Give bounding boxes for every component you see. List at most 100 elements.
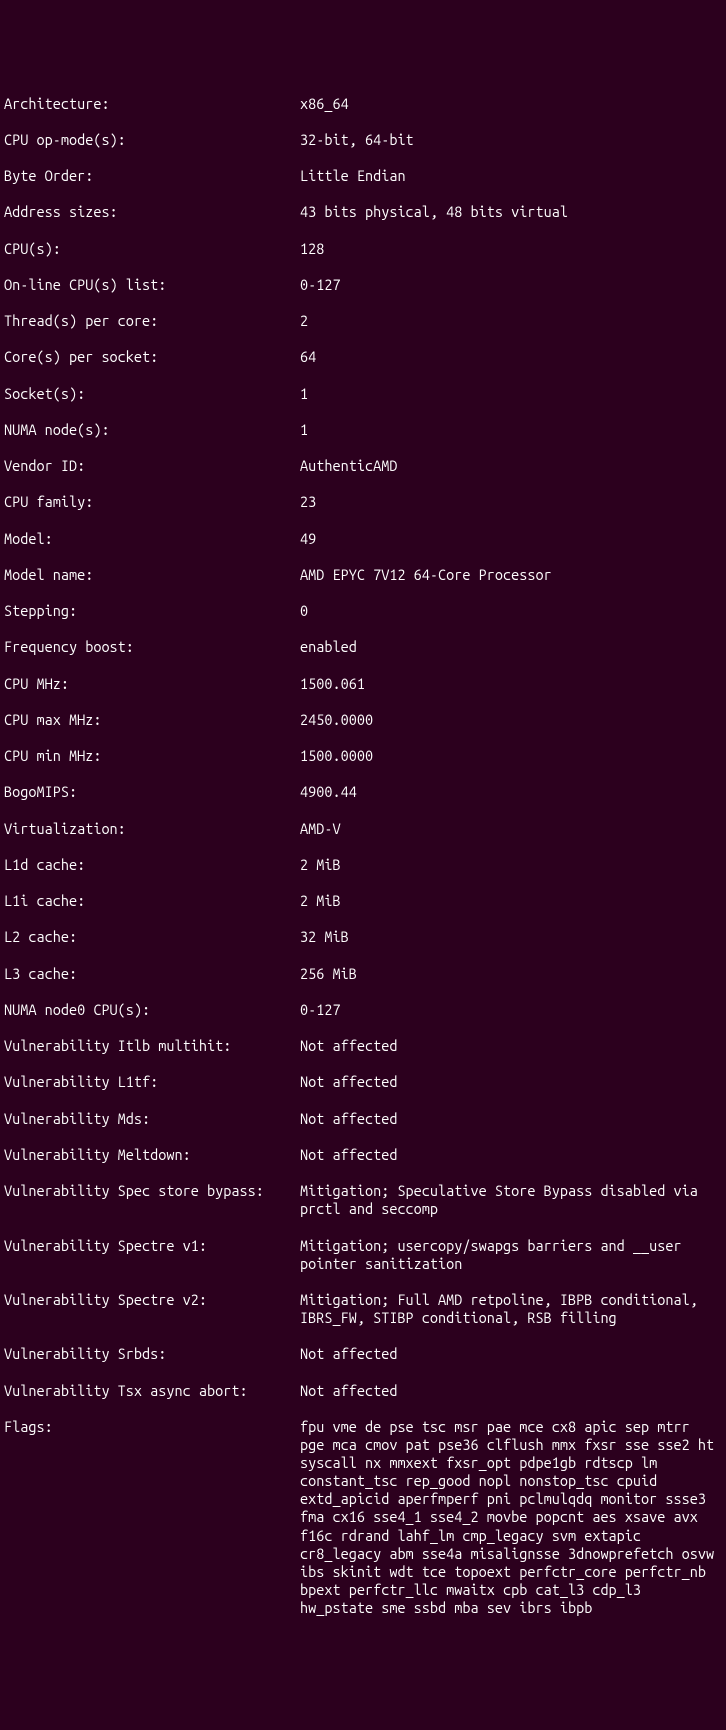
row-address-sizes: Address sizes:43 bits physical, 48 bits …	[4, 203, 726, 221]
row-byte-order: Byte Order:Little Endian	[4, 167, 726, 185]
label-frequency-boost: Frequency boost:	[4, 638, 300, 656]
label-cpu-min-mhz: CPU min MHz:	[4, 747, 300, 765]
row-vuln-meltdown: Vulnerability Meltdown:Not affected	[4, 1146, 726, 1164]
label-model-name: Model name:	[4, 566, 300, 584]
value-vuln-meltdown: Not affected	[300, 1146, 722, 1164]
value-vuln-mds: Not affected	[300, 1110, 722, 1128]
row-online-cpus: On-line CPU(s) list:0-127	[4, 276, 726, 294]
row-cpu-family: CPU family:23	[4, 493, 726, 511]
value-vuln-itlb: Not affected	[300, 1037, 722, 1055]
row-frequency-boost: Frequency boost:enabled	[4, 638, 726, 656]
terminal-output: Architecture:x86_64 CPU op-mode(s):32-bi…	[4, 77, 726, 1636]
row-architecture: Architecture:x86_64	[4, 95, 726, 113]
row-l1d-cache: L1d cache:2 MiB	[4, 856, 726, 874]
value-virtualization: AMD-V	[300, 820, 722, 838]
label-numa-nodes: NUMA node(s):	[4, 421, 300, 439]
row-cpus: CPU(s):128	[4, 240, 726, 258]
value-vuln-tsx: Not affected	[300, 1382, 722, 1400]
label-numa-node0-cpus: NUMA node0 CPU(s):	[4, 1001, 300, 1019]
row-cores-per-socket: Core(s) per socket:64	[4, 348, 726, 366]
row-l3-cache: L3 cache:256 MiB	[4, 965, 726, 983]
value-threads-per-core: 2	[300, 312, 722, 330]
row-vuln-itlb: Vulnerability Itlb multihit:Not affected	[4, 1037, 726, 1055]
row-cpu-min-mhz: CPU min MHz:1500.0000	[4, 747, 726, 765]
row-cpu-op-modes: CPU op-mode(s):32-bit, 64-bit	[4, 131, 726, 149]
label-address-sizes: Address sizes:	[4, 203, 300, 221]
value-bogomips: 4900.44	[300, 783, 722, 801]
value-vendor-id: AuthenticAMD	[300, 457, 722, 475]
label-online-cpus: On-line CPU(s) list:	[4, 276, 300, 294]
value-online-cpus: 0-127	[300, 276, 722, 294]
value-vuln-l1tf: Not affected	[300, 1073, 722, 1091]
label-model: Model:	[4, 530, 300, 548]
row-cpu-mhz: CPU MHz:1500.061	[4, 675, 726, 693]
value-address-sizes: 43 bits physical, 48 bits virtual	[300, 203, 722, 221]
value-byte-order: Little Endian	[300, 167, 722, 185]
row-l1i-cache: L1i cache:2 MiB	[4, 892, 726, 910]
label-byte-order: Byte Order:	[4, 167, 300, 185]
value-flags: fpu vme de pse tsc msr pae mce cx8 apic …	[300, 1418, 722, 1617]
label-l1i-cache: L1i cache:	[4, 892, 300, 910]
value-cpu-mhz: 1500.061	[300, 675, 722, 693]
label-vuln-spec-store: Vulnerability Spec store bypass:	[4, 1182, 300, 1200]
row-threads-per-core: Thread(s) per core:2	[4, 312, 726, 330]
label-sockets: Socket(s):	[4, 385, 300, 403]
label-cpu-op-modes: CPU op-mode(s):	[4, 131, 300, 149]
label-virtualization: Virtualization:	[4, 820, 300, 838]
label-cpu-mhz: CPU MHz:	[4, 675, 300, 693]
label-threads-per-core: Thread(s) per core:	[4, 312, 300, 330]
label-vuln-mds: Vulnerability Mds:	[4, 1110, 300, 1128]
label-vuln-spectre-v2: Vulnerability Spectre v2:	[4, 1291, 300, 1309]
label-cpu-max-mhz: CPU max MHz:	[4, 711, 300, 729]
label-bogomips: BogoMIPS:	[4, 783, 300, 801]
label-vuln-tsx: Vulnerability Tsx async abort:	[4, 1382, 300, 1400]
label-cores-per-socket: Core(s) per socket:	[4, 348, 300, 366]
value-vuln-spectre-v2: Mitigation; Full AMD retpoline, IBPB con…	[300, 1291, 722, 1327]
row-flags: Flags:fpu vme de pse tsc msr pae mce cx8…	[4, 1418, 726, 1617]
value-vuln-spectre-v1: Mitigation; usercopy/swapgs barriers and…	[300, 1237, 722, 1273]
value-l3-cache: 256 MiB	[300, 965, 722, 983]
label-vuln-meltdown: Vulnerability Meltdown:	[4, 1146, 300, 1164]
row-model: Model:49	[4, 530, 726, 548]
value-model: 49	[300, 530, 722, 548]
value-vuln-srbds: Not affected	[300, 1345, 722, 1363]
row-virtualization: Virtualization:AMD-V	[4, 820, 726, 838]
row-numa-nodes: NUMA node(s):1	[4, 421, 726, 439]
value-cpu-min-mhz: 1500.0000	[300, 747, 722, 765]
row-numa-node0-cpus: NUMA node0 CPU(s):0-127	[4, 1001, 726, 1019]
value-numa-nodes: 1	[300, 421, 722, 439]
value-cores-per-socket: 64	[300, 348, 722, 366]
label-cpu-family: CPU family:	[4, 493, 300, 511]
value-stepping: 0	[300, 602, 722, 620]
label-vuln-itlb: Vulnerability Itlb multihit:	[4, 1037, 300, 1055]
row-vuln-mds: Vulnerability Mds:Not affected	[4, 1110, 726, 1128]
value-cpu-max-mhz: 2450.0000	[300, 711, 722, 729]
value-architecture: x86_64	[300, 95, 722, 113]
label-vuln-srbds: Vulnerability Srbds:	[4, 1345, 300, 1363]
label-l1d-cache: L1d cache:	[4, 856, 300, 874]
row-vuln-srbds: Vulnerability Srbds:Not affected	[4, 1345, 726, 1363]
label-stepping: Stepping:	[4, 602, 300, 620]
label-flags: Flags:	[4, 1418, 300, 1436]
row-vuln-spectre-v1: Vulnerability Spectre v1:Mitigation; use…	[4, 1237, 726, 1273]
value-frequency-boost: enabled	[300, 638, 722, 656]
label-vuln-l1tf: Vulnerability L1tf:	[4, 1073, 300, 1091]
value-l1d-cache: 2 MiB	[300, 856, 722, 874]
label-l3-cache: L3 cache:	[4, 965, 300, 983]
row-vuln-spec-store: Vulnerability Spec store bypass:Mitigati…	[4, 1182, 726, 1218]
label-architecture: Architecture:	[4, 95, 300, 113]
value-vuln-spec-store: Mitigation; Speculative Store Bypass dis…	[300, 1182, 722, 1218]
value-cpu-family: 23	[300, 493, 722, 511]
value-cpu-op-modes: 32-bit, 64-bit	[300, 131, 722, 149]
value-model-name: AMD EPYC 7V12 64-Core Processor	[300, 566, 722, 584]
value-cpus: 128	[300, 240, 722, 258]
row-bogomips: BogoMIPS:4900.44	[4, 783, 726, 801]
row-vuln-l1tf: Vulnerability L1tf:Not affected	[4, 1073, 726, 1091]
label-l2-cache: L2 cache:	[4, 928, 300, 946]
row-vendor-id: Vendor ID:AuthenticAMD	[4, 457, 726, 475]
row-l2-cache: L2 cache:32 MiB	[4, 928, 726, 946]
label-vendor-id: Vendor ID:	[4, 457, 300, 475]
row-cpu-max-mhz: CPU max MHz:2450.0000	[4, 711, 726, 729]
label-cpus: CPU(s):	[4, 240, 300, 258]
row-vuln-tsx: Vulnerability Tsx async abort:Not affect…	[4, 1382, 726, 1400]
